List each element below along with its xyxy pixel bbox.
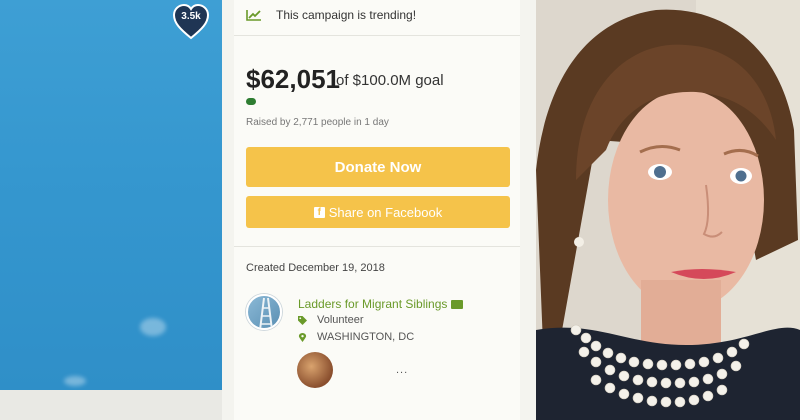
organizer-role-row: Volunteer	[298, 314, 363, 326]
photo-margin	[0, 390, 222, 420]
envelope-icon[interactable]	[451, 299, 464, 309]
facebook-icon: f	[313, 206, 325, 218]
campaign-photo	[0, 0, 222, 390]
organizer-role: Volunteer	[317, 314, 364, 326]
created-date: Created December 19, 2018	[246, 262, 385, 274]
heart-icon[interactable]	[172, 4, 210, 40]
trending-text: This campaign is trending!	[276, 8, 417, 22]
divider	[234, 35, 520, 36]
share-facebook-button[interactable]: f Share on Facebook	[246, 196, 510, 228]
organizer-location-row: WASHINGTON, DC	[298, 331, 414, 343]
cloud-wisp	[140, 318, 166, 336]
donate-button[interactable]: Donate Now	[246, 147, 510, 187]
map-pin-icon	[298, 332, 307, 342]
raised-by-text: Raised by 2,771 people in 1 day	[246, 117, 389, 128]
trending-banner: This campaign is trending!	[246, 8, 416, 22]
organizer-location: WASHINGTON, DC	[317, 331, 415, 343]
share-button-label: Share on Facebook	[328, 204, 443, 220]
portrait-photo	[536, 0, 800, 420]
supporter-avatar[interactable]	[297, 352, 333, 388]
tag-icon	[298, 315, 307, 325]
divider	[234, 246, 520, 247]
like-count: 3.5k	[181, 11, 201, 22]
amount-raised: $62,051	[246, 64, 340, 94]
donate-button-label: Donate Now	[334, 158, 422, 176]
more-ellipsis[interactable]: ...	[396, 364, 408, 376]
organizer-name: Ladders for Migrant Siblings	[298, 297, 448, 311]
screenshot-collage: 3.5k This campaign is trending! $62,051 …	[0, 0, 800, 420]
progress-fill	[246, 98, 256, 105]
organizer-avatar[interactable]	[246, 294, 282, 330]
trending-chart-icon	[246, 10, 261, 21]
progress-bar	[246, 98, 510, 105]
goal-text: of $100.0M goal	[336, 72, 444, 89]
organizer-link[interactable]: Ladders for Migrant Siblings	[298, 297, 464, 311]
cloud-wisp	[64, 376, 86, 386]
